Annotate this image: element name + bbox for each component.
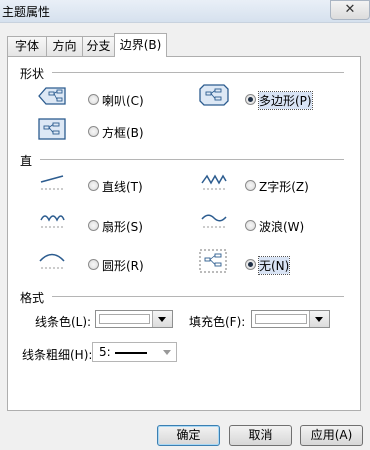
arc-line-radio[interactable] [88,259,99,270]
polygon-label: 多边形(P) [258,91,313,110]
theme-properties-dialog: 主题属性 ✕ 字体 方向 分支 边界(B) 形状 喇叭(C) 多边形(P) 方框… [0,0,370,450]
format-section-title: 格式 [20,291,45,305]
format-section-divider [52,296,344,297]
tab-border[interactable]: 边界(B) [114,33,167,57]
window-title: 主题属性 [2,5,51,19]
tab-font[interactable]: 字体 [7,36,47,56]
title-bar: 主题属性 ✕ [0,0,370,23]
zigzag-line-label: Z字形(Z) [259,180,309,194]
tab-branch[interactable]: 分支 [82,36,115,56]
straight-line-radio[interactable] [88,180,99,191]
box-shape-icon [38,118,66,140]
straight-line-label: 直线(T) [102,180,143,194]
line-color-swatch [99,314,150,324]
trumpet-shape-icon [38,87,66,105]
zigzag-line-radio[interactable] [245,180,256,191]
wave-line-label: 波浪(W) [259,220,305,234]
cancel-button[interactable]: 取消 [229,425,292,446]
fill-color-label: 填充色(F): [189,315,246,329]
wave-line-radio[interactable] [245,220,256,231]
no-line-icon [199,249,227,273]
no-line-radio[interactable] [245,259,256,270]
no-line-label: 无(N) [257,256,291,275]
straight-line-icon [40,175,64,190]
polygon-radio[interactable] [245,94,256,105]
close-button[interactable]: ✕ [330,0,370,20]
apply-button[interactable]: 应用(A) [300,425,363,446]
trumpet-radio[interactable] [88,94,99,105]
chevron-down-icon[interactable] [152,311,172,327]
line-section-title: 直 [20,154,33,168]
polygon-radio-dot [248,97,253,102]
line-color-label: 线条色(L): [35,315,92,329]
trumpet-label: 喇叭(C) [102,94,144,108]
line-color-dropdown[interactable] [95,310,173,328]
chevron-down-icon[interactable] [163,350,171,355]
box-label: 方框(B) [102,126,144,140]
tab-direction[interactable]: 方向 [46,36,83,56]
line-width-value: 5: [99,345,111,359]
polygon-shape-icon [199,84,229,106]
line-width-label: 线条粗细(H): [22,348,93,362]
arc-line-label: 圆形(R) [102,259,144,273]
wave-line-icon [201,214,227,228]
no-line-radio-dot [248,262,253,267]
line-width-sample [115,352,147,354]
shape-section-title: 形状 [20,67,45,81]
fill-color-dropdown[interactable] [251,310,330,328]
fill-color-swatch [255,314,307,324]
line-width-dropdown[interactable]: 5: [92,342,177,362]
scallop-line-radio[interactable] [88,220,99,231]
close-icon: ✕ [344,2,356,17]
box-radio[interactable] [88,126,99,137]
zigzag-line-icon [201,174,227,190]
scallop-line-label: 扇形(S) [102,220,143,234]
chevron-down-icon[interactable] [309,311,329,327]
arc-line-icon [39,253,65,269]
line-section-divider [40,159,344,160]
shape-section-divider [52,72,344,73]
ok-button[interactable]: 确定 [157,425,220,446]
scallop-line-icon [40,215,65,228]
